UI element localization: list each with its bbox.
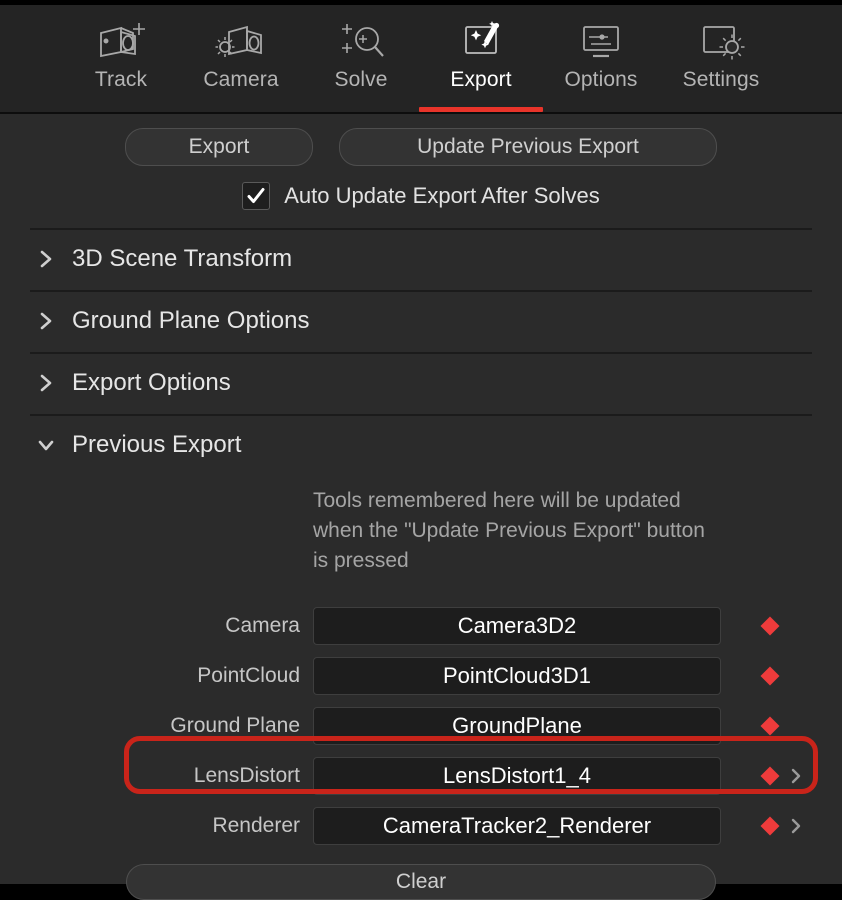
- section-title: Export Options: [72, 369, 231, 396]
- section-title: Ground Plane Options: [72, 307, 310, 334]
- row-value-field[interactable]: CameraTracker2_Renderer: [313, 807, 721, 845]
- section-title: 3D Scene Transform: [72, 245, 293, 272]
- keyframe-diamond-icon[interactable]: [758, 764, 782, 788]
- table-row-lensdistort: LensDistort LensDistort1_4: [0, 751, 842, 801]
- camera-tracker-export-panel: Track Camera Solve Export Options Settin…: [0, 0, 842, 900]
- camera-plus-icon: [95, 17, 147, 65]
- checkmark-icon: [247, 188, 265, 203]
- section-divider: [30, 414, 812, 416]
- row-value-field[interactable]: GroundPlane: [313, 707, 721, 745]
- row-value-field[interactable]: LensDistort1_4: [313, 757, 721, 795]
- section-divider: [30, 228, 812, 230]
- tab-label: Settings: [682, 68, 760, 91]
- export-button[interactable]: Export: [125, 128, 313, 166]
- row-expand-chevron-icon[interactable]: [786, 814, 806, 838]
- update-previous-export-button[interactable]: Update Previous Export: [339, 128, 717, 166]
- export-action-buttons: Export Update Previous Export: [0, 128, 842, 166]
- table-row: Renderer CameraTracker2_Renderer: [0, 801, 842, 851]
- keyframe-diamond-icon[interactable]: [758, 814, 782, 838]
- keyframe-diamond-icon[interactable]: [758, 664, 782, 688]
- auto-update-checkbox[interactable]: [242, 182, 271, 210]
- tab-label: Solve: [334, 68, 388, 91]
- magic-wand-icon: [455, 17, 507, 65]
- section-divider: [30, 352, 812, 354]
- auto-update-label: Auto Update Export After Solves: [284, 183, 600, 208]
- previous-export-help-text: Tools remembered here will be updated wh…: [313, 489, 705, 572]
- row-label: PointCloud: [197, 664, 300, 687]
- table-row: Ground Plane GroundPlane: [0, 701, 842, 751]
- tab-label: Options: [564, 68, 638, 91]
- section-title: Previous Export: [72, 431, 242, 458]
- collapsible-sections: 3D Scene Transform Ground Plane Options: [0, 228, 842, 476]
- clear-row: Clear: [0, 864, 842, 900]
- table-row: PointCloud PointCloud3D1: [0, 651, 842, 701]
- keyframe-diamond-icon[interactable]: [758, 614, 782, 638]
- previous-export-rows: Camera Camera3D2 PointCloud PointCloud3D…: [0, 601, 842, 851]
- tab-solve[interactable]: Solve: [301, 5, 421, 112]
- row-value-field[interactable]: PointCloud3D1: [313, 657, 721, 695]
- section-divider: [30, 290, 812, 292]
- tab-options[interactable]: Options: [541, 5, 661, 112]
- tab-track[interactable]: Track: [61, 5, 181, 112]
- tab-label: Track: [94, 68, 148, 91]
- table-row: Camera Camera3D2: [0, 601, 842, 651]
- row-label: Renderer: [212, 814, 300, 837]
- chevron-right-icon: [34, 249, 58, 269]
- chevron-right-icon: [34, 373, 58, 393]
- section-previous-export[interactable]: Previous Export: [0, 414, 842, 476]
- tab-label: Export: [450, 68, 512, 91]
- frame-gear-icon: [695, 17, 747, 65]
- chevron-right-icon: [34, 311, 58, 331]
- monitor-slider-icon: [575, 17, 627, 65]
- row-label: Camera: [225, 614, 300, 637]
- tab-settings[interactable]: Settings: [661, 5, 781, 112]
- clear-button[interactable]: Clear: [126, 864, 716, 900]
- row-label: Ground Plane: [170, 714, 300, 737]
- section-ground-plane-options[interactable]: Ground Plane Options: [0, 290, 842, 352]
- section-export-options[interactable]: Export Options: [0, 352, 842, 414]
- section-3d-scene-transform[interactable]: 3D Scene Transform: [0, 228, 842, 290]
- magnifier-track-icon: [335, 17, 387, 65]
- camera-gear-icon: [215, 17, 267, 65]
- tab-label: Camera: [203, 68, 279, 91]
- chevron-down-icon: [34, 435, 58, 455]
- row-value-field[interactable]: Camera3D2: [313, 607, 721, 645]
- tab-camera[interactable]: Camera: [181, 5, 301, 112]
- row-label: LensDistort: [193, 764, 300, 787]
- tab-export[interactable]: Export: [419, 5, 543, 112]
- row-expand-chevron-icon[interactable]: [786, 764, 806, 788]
- export-panel-body: Export Update Previous Export Auto Updat…: [0, 114, 842, 900]
- mode-toolbar: Track Camera Solve Export Options Settin…: [0, 5, 842, 112]
- keyframe-diamond-icon[interactable]: [758, 714, 782, 738]
- auto-update-row: Auto Update Export After Solves: [0, 182, 842, 210]
